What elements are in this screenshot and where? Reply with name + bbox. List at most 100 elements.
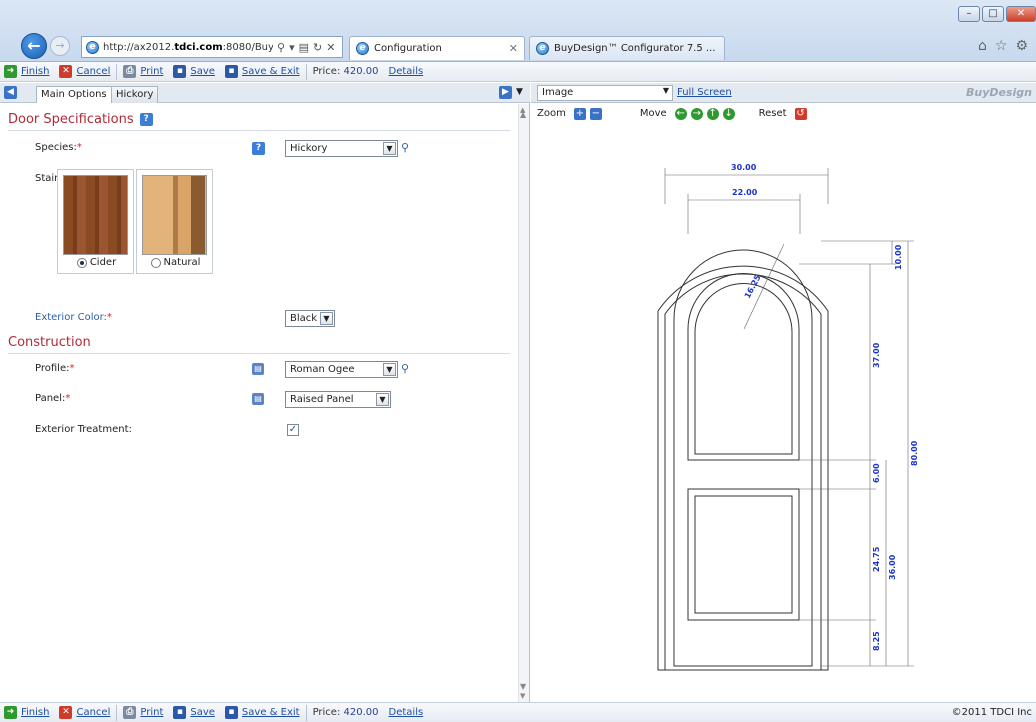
stain-option-cider[interactable]: Cider: [58, 257, 135, 268]
move-right-button[interactable]: →: [690, 107, 703, 120]
profile-info-icon[interactable]: ▤: [252, 363, 264, 375]
exterior-treatment-checkbox[interactable]: ✓: [287, 424, 299, 436]
gear-icon[interactable]: ⚙: [1015, 38, 1028, 54]
compat-view-icon[interactable]: ▤: [299, 41, 309, 54]
tab-hickory[interactable]: Hickory: [111, 86, 159, 103]
favorites-icon[interactable]: ☆: [995, 38, 1008, 54]
finish-button[interactable]: ➜ Finish: [4, 706, 49, 719]
door-frame-outer: [657, 265, 829, 671]
species-search-icon[interactable]: ⚲: [401, 141, 409, 154]
save-button[interactable]: ▪ Save: [173, 65, 215, 78]
dim-arch-height: 10.00: [894, 244, 903, 270]
prev-tab-arrow-icon[interactable]: ◀: [4, 86, 17, 99]
panel-label: Panel:*: [35, 393, 71, 404]
cancel-button[interactable]: ✕ Cancel: [59, 65, 110, 78]
drawing-panel: Image ▼ Full Screen BuyDesign Zoom + − M…: [531, 83, 1036, 702]
separator: [116, 63, 118, 80]
price-display: Price: 420.00: [312, 707, 379, 718]
address-url[interactable]: http://ax2012.tdci.com:8080/BuyDe: [103, 42, 273, 53]
address-bar[interactable]: e http://ax2012.tdci.com:8080/BuyDe ⚲ ▾ …: [81, 36, 343, 58]
home-icon[interactable]: ⌂: [978, 38, 987, 54]
save-button[interactable]: ▪ Save: [173, 706, 215, 719]
zoom-toolbar: Zoom + − Move ← → ↑ ↓ Reset ↺: [531, 104, 1036, 123]
finish-icon: ➜: [4, 65, 17, 78]
cancel-icon: ✕: [59, 65, 73, 78]
zoom-in-button[interactable]: +: [573, 107, 586, 120]
cancel-icon: ✕: [59, 706, 73, 719]
cancel-button[interactable]: ✕ Cancel: [59, 706, 110, 719]
refresh-icon[interactable]: ↻: [313, 41, 322, 54]
close-tab-icon[interactable]: ✕: [509, 42, 518, 55]
exterior-color-select[interactable]: Black ▼: [285, 310, 335, 327]
details-link[interactable]: Details: [389, 66, 424, 77]
back-button[interactable]: ←: [21, 33, 47, 59]
price-display: Price: 420.00: [312, 66, 379, 77]
tab-menu-icon[interactable]: ▼: [516, 87, 523, 97]
stain-swatch-cider[interactable]: Cider: [57, 169, 134, 274]
save-icon: ▪: [173, 706, 187, 719]
left-scrollbar[interactable]: ▲ ▼: [518, 104, 529, 702]
search-icon[interactable]: ⚲: [277, 41, 285, 54]
reset-button[interactable]: ↺: [794, 107, 807, 120]
species-select[interactable]: Hickory ▼: [285, 140, 398, 157]
panel-info-icon[interactable]: ▤: [252, 393, 264, 405]
dim-upper-panel: 37.00: [872, 342, 881, 368]
scroll-down-icon[interactable]: ▼: [520, 692, 525, 700]
options-content: Door Specifications ? Species:* ? Hickor…: [0, 104, 518, 702]
maximize-button[interactable]: □: [982, 6, 1004, 22]
next-tab-arrow-icon[interactable]: ▶: [499, 86, 512, 99]
scroll-down-icon[interactable]: ▼: [520, 682, 526, 691]
stain-option-natural[interactable]: Natural: [137, 257, 214, 268]
door-drawing: 30.00 22.00 16.25 10.00 37.00 80.00 6.00…: [657, 163, 919, 671]
details-link[interactable]: Details: [389, 707, 424, 718]
tab-main-options[interactable]: Main Options: [36, 86, 112, 103]
close-window-button[interactable]: ✕: [1006, 6, 1036, 22]
save-exit-button[interactable]: ▪ Save & Exit: [224, 65, 300, 78]
stain-swatch-natural[interactable]: Natural: [136, 169, 213, 274]
dim-lower-section: 36.00: [888, 554, 897, 580]
zoom-label: Zoom: [537, 108, 566, 119]
move-up-button[interactable]: ↑: [706, 107, 719, 120]
move-left-button[interactable]: ←: [674, 107, 687, 120]
door-specs-header: Door Specifications ?: [8, 112, 510, 131]
forward-button[interactable]: →: [50, 36, 70, 56]
view-select[interactable]: Image ▼: [537, 85, 673, 101]
copyright: ©2011 TDCI Inc: [951, 707, 1032, 718]
window-controls: – □ ✕: [958, 6, 1036, 22]
dim-inner-width: 22.00: [732, 188, 758, 197]
species-label: Species:*: [35, 142, 82, 153]
tab-label: Configuration: [374, 43, 442, 54]
print-icon: ⎙: [123, 65, 137, 78]
profile-search-icon[interactable]: ⚲: [401, 362, 409, 375]
scroll-up-icon[interactable]: ▲: [520, 110, 526, 119]
save-exit-button[interactable]: ▪ Save & Exit: [224, 706, 300, 719]
browser-tab-configuration[interactable]: e Configuration ✕: [349, 36, 525, 60]
panel-select[interactable]: Raised Panel ▼: [285, 391, 391, 408]
radio-cider[interactable]: [76, 257, 87, 268]
species-help-icon[interactable]: ?: [252, 142, 265, 155]
finish-icon: ➜: [4, 706, 17, 719]
finish-button[interactable]: ➜ Finish: [4, 65, 49, 78]
image-toolbar: Image ▼ Full Screen BuyDesign: [531, 83, 1036, 103]
separator: [305, 63, 307, 80]
help-icon[interactable]: ?: [139, 113, 153, 126]
dim-bottom-rail: 8.25: [872, 631, 881, 651]
tab-ie-icon: e: [356, 42, 369, 55]
price-value: 420.00: [343, 66, 379, 77]
exterior-color-label: Exterior Color:*: [35, 312, 112, 323]
print-button[interactable]: ⎙ Print: [123, 65, 163, 78]
profile-select[interactable]: Roman Ogee ▼: [285, 361, 398, 378]
minimize-button[interactable]: –: [958, 6, 980, 22]
dropdown-icon[interactable]: ▾: [289, 41, 295, 54]
print-button[interactable]: ⎙ Print: [123, 706, 163, 719]
save-exit-icon: ▪: [224, 706, 238, 719]
stop-icon[interactable]: ✕: [326, 41, 335, 54]
radio-natural[interactable]: [150, 257, 161, 268]
top-toolbar: ➜ Finish ✕ Cancel ⎙ Print ▪ Save ▪ Save & Exi…: [0, 62, 1036, 82]
move-label: Move: [639, 108, 667, 119]
zoom-out-button[interactable]: −: [589, 107, 602, 120]
full-screen-link[interactable]: Full Screen: [677, 87, 732, 98]
move-down-button[interactable]: ↓: [722, 107, 735, 120]
cider-swatch-image: [63, 175, 128, 255]
browser-tab-buydesign[interactable]: e BuyDesign™ Configurator 7.5 ...: [529, 36, 725, 60]
